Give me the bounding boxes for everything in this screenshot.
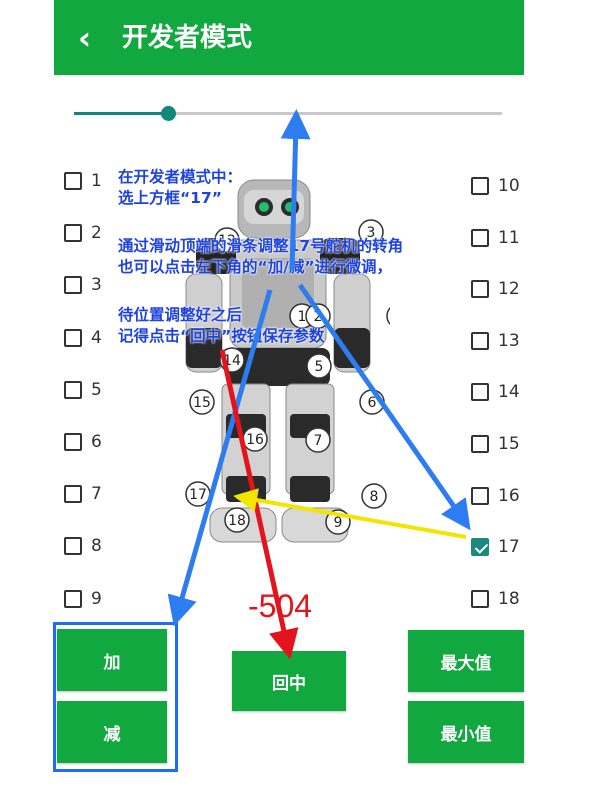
arrow-to-center-button (219, 349, 299, 660)
arrow-to-slider (280, 109, 311, 271)
arrow-to-checkbox-17 (297, 283, 471, 531)
arrow-to-add-subtract (167, 289, 273, 627)
annotation-arrows (167, 109, 471, 660)
arrow-to-servo-17 (233, 488, 467, 539)
